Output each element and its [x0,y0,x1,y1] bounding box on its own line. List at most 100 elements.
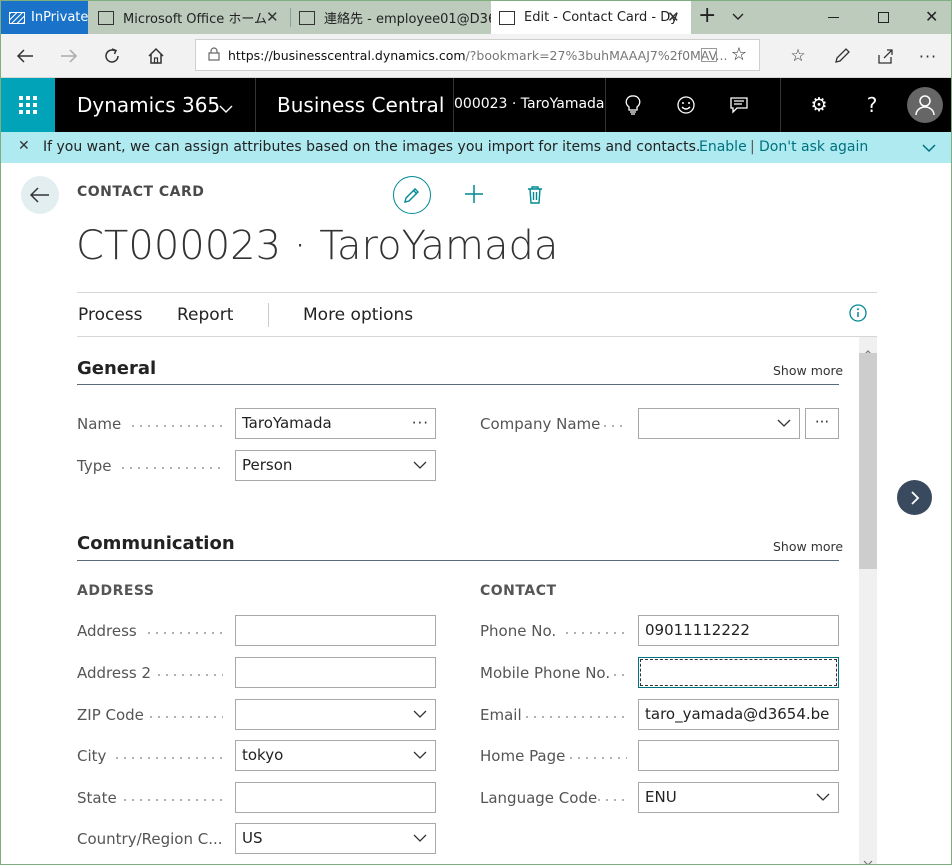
pen-notes-icon[interactable] [830,44,854,68]
chevron-down-icon [413,751,427,759]
user-avatar-icon[interactable] [907,87,943,123]
favorite-star-icon[interactable]: ☆ [731,44,747,65]
name-label: Name [77,415,122,433]
contacts-tab-icon [299,10,315,25]
chat-icon[interactable] [727,93,751,117]
leader-dots [155,674,223,676]
dont-ask-again-link[interactable]: Don't ask again [759,139,868,155]
edit-button[interactable] [393,176,431,214]
name-value: TaroYamada [242,414,332,432]
maximize-icon[interactable] [878,12,889,23]
address-field[interactable] [235,615,436,646]
close-tab-icon[interactable]: ✕ [266,8,279,26]
leader-dots [611,674,629,676]
tab-strip: InPrivate Microsoft Office ホーム ✕ 連絡先 - e… [1,1,951,34]
enable-link[interactable]: Enable [699,139,747,155]
delete-trash-icon[interactable] [527,185,543,209]
address-bar: https://businesscentral.dynamics.com/?bo… [1,34,951,78]
pencil-icon [404,188,419,203]
communication-show-more[interactable]: Show more [773,539,843,554]
minimize-icon[interactable] [828,17,839,18]
expand-notification-chevron-icon[interactable] [922,141,936,157]
record-crumb-clip: 000023 · TaroYamada [454,78,604,132]
company-name-label: Company Name [480,415,601,433]
info-icon[interactable] [849,304,867,327]
product-name[interactable]: Dynamics 365 [77,93,220,117]
lightbulb-icon[interactable] [621,93,645,117]
back-button[interactable] [21,176,59,214]
favorites-list-icon[interactable]: ☆ [786,44,810,68]
close-tab-icon[interactable]: ✕ [667,8,680,26]
smiley-feedback-icon[interactable] [674,93,698,117]
email-field[interactable]: taro_yamada@d3654.be [638,699,839,730]
type-select[interactable]: Person [235,450,436,481]
home-icon[interactable] [144,44,168,68]
help-icon[interactable]: ? [860,93,884,117]
address2-field[interactable] [235,657,436,688]
phone-no-field[interactable]: 09011112222 [638,615,839,646]
dismiss-notification-icon[interactable]: ✕ [18,138,30,154]
inprivate-icon [9,11,25,24]
share-icon[interactable] [873,44,897,68]
country-region-value: US [242,829,263,847]
zip-code-select[interactable] [235,699,436,730]
arrow-left-icon [30,187,49,203]
tab-label: Microsoft Office ホーム [123,12,267,27]
chevron-down-icon [413,710,427,718]
country-region-select[interactable]: US [235,823,436,854]
tab-list-chevron-icon[interactable] [731,9,745,28]
language-code-select[interactable]: ENU [638,782,839,813]
notification-bar: ✕ If you want, we can assign attributes … [1,132,951,163]
chevron-down-icon [816,793,830,801]
home-page-field[interactable] [638,740,839,771]
appbar-divider [255,78,256,132]
tab-office-home[interactable]: Microsoft Office ホーム [90,1,290,34]
product-chevron-icon[interactable] [219,99,233,118]
app-launcher-icon[interactable] [1,78,55,132]
gear-icon[interactable]: ⚙ [807,93,831,117]
app-bar: Dynamics 365 Business Central 000023 · T… [1,78,951,132]
scroll-down-arrow-icon[interactable] [863,852,873,864]
app-name[interactable]: Business Central [277,93,444,117]
next-record-button[interactable] [897,480,932,515]
state-label: State [77,789,117,807]
city-select[interactable]: tokyo [235,740,436,771]
name-field[interactable]: TaroYamada ··· [235,408,436,439]
leader-dots [129,425,223,427]
page-title: CT000023 · TaroYamada [76,223,559,269]
leader-dots [113,757,223,759]
home-page-label: Home Page [480,747,566,765]
language-code-label: Language Code [480,789,598,807]
communication-section-title[interactable]: Communication [77,533,235,554]
refresh-icon[interactable] [100,44,124,68]
forward-nav-icon[interactable] [57,44,81,68]
lookup-ellipsis-icon[interactable]: ··· [412,409,429,438]
appbar-divider [780,78,781,132]
tab-contact-card-active[interactable]: Edit - Contact Card - Dy [491,1,691,34]
url-field[interactable]: https://businesscentral.dynamics.com/?bo… [195,39,760,71]
tab-contacts[interactable]: 連絡先 - employee01@D36 [291,1,491,34]
notification-message: If you want, we can assign attributes ba… [43,139,701,155]
inprivate-badge: InPrivate [1,1,88,34]
new-plus-icon[interactable] [463,183,485,209]
general-section-title[interactable]: General [77,358,156,379]
language-code-value: ENU [645,788,677,806]
close-window-icon[interactable]: ✕ [925,7,938,26]
state-field[interactable] [235,782,436,813]
more-options-menu[interactable]: More options [303,305,413,325]
leader-dots [567,757,627,759]
scrollbar-thumb[interactable] [859,353,877,569]
company-name-select[interactable] [638,408,800,439]
company-lookup-button[interactable]: ··· [805,408,839,439]
reading-view-icon[interactable] [701,48,717,62]
report-menu[interactable]: Report [177,305,233,325]
new-tab-icon[interactable]: + [698,3,716,28]
general-show-more[interactable]: Show more [773,363,843,378]
contact-group-heading: CONTACT [480,583,557,599]
back-nav-icon[interactable] [13,44,37,68]
mobile-phone-field[interactable] [638,657,839,688]
email-value: taro_yamada@d3654.be [645,705,830,723]
address-group-heading: ADDRESS [77,583,155,599]
more-menu-icon[interactable]: ··· [916,44,940,68]
process-menu[interactable]: Process [78,305,143,325]
